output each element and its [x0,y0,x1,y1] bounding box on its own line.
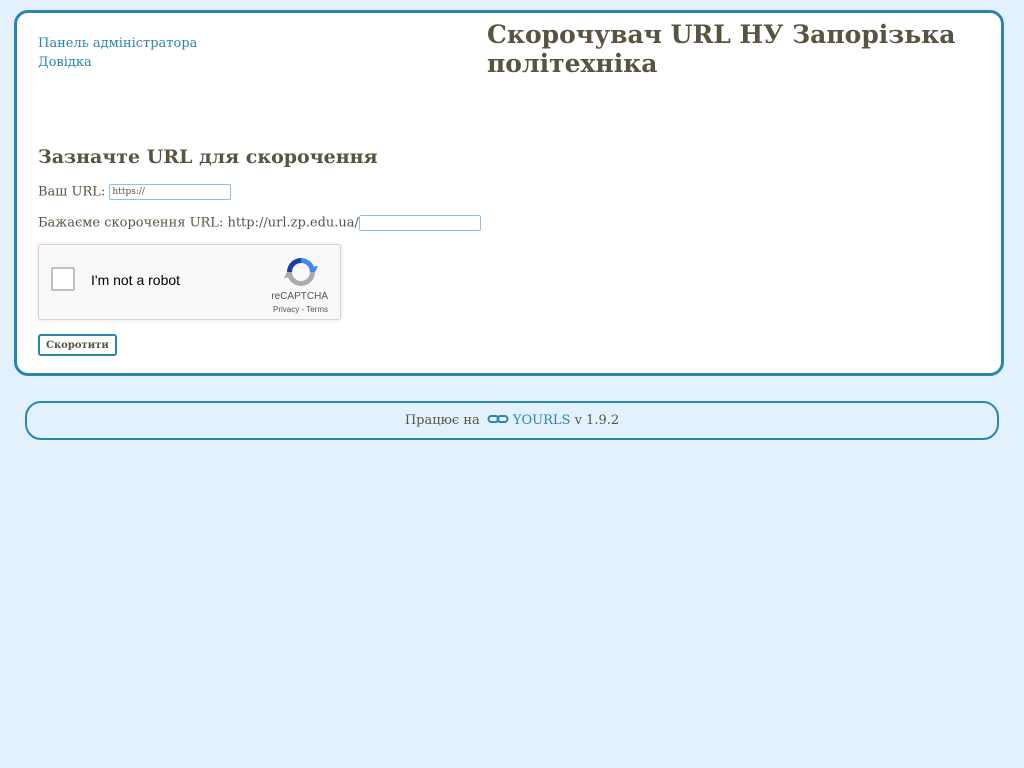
yourls-link[interactable]: YOURLS [513,413,571,428]
recaptcha-privacy-link[interactable]: Privacy [273,305,299,314]
form-title: Зазначте URL для скорочення [38,146,378,168]
footer-prefix: Працює на [404,413,480,428]
url-input[interactable] [109,184,232,200]
url-row: Ваш URL: [38,184,232,200]
recaptcha-label: I'm not a robot [91,272,181,288]
recaptcha-terms: Privacy - Terms [273,305,328,314]
admin-nav: Панель адміністратора Довідка [38,34,197,72]
admin-panel-link[interactable]: Панель адміністратора [38,34,197,53]
shorten-button[interactable]: Скоротити [38,334,117,356]
footer: Працює на YOURLS v 1.9.2 [25,401,999,440]
footer-version: v 1.9.2 [574,413,620,428]
help-link[interactable]: Довідка [38,53,197,72]
keyword-row: Бажаєме скорочення URL: http://url.zp.ed… [38,215,481,231]
recaptcha-logo-icon [284,258,318,286]
recaptcha-terms-link[interactable]: Terms [306,305,328,314]
main-container: Панель адміністратора Довідка Скорочувач… [14,10,1004,376]
recaptcha-widget: I'm not a robot reCAPTCHA Privacy - Term… [38,244,341,320]
keyword-input[interactable] [358,215,481,231]
recaptcha-separator: - [301,305,305,314]
recaptcha-brand: reCAPTCHA [271,291,328,302]
page-title: Скорочувач URL НУ Запорізька політехніка [487,20,956,78]
url-label: Ваш URL: [38,184,106,200]
recaptcha-checkbox[interactable] [51,267,75,291]
chain-link-icon [487,415,509,423]
keyword-label: Бажаєме скорочення URL: http://url.zp.ed… [38,215,359,231]
